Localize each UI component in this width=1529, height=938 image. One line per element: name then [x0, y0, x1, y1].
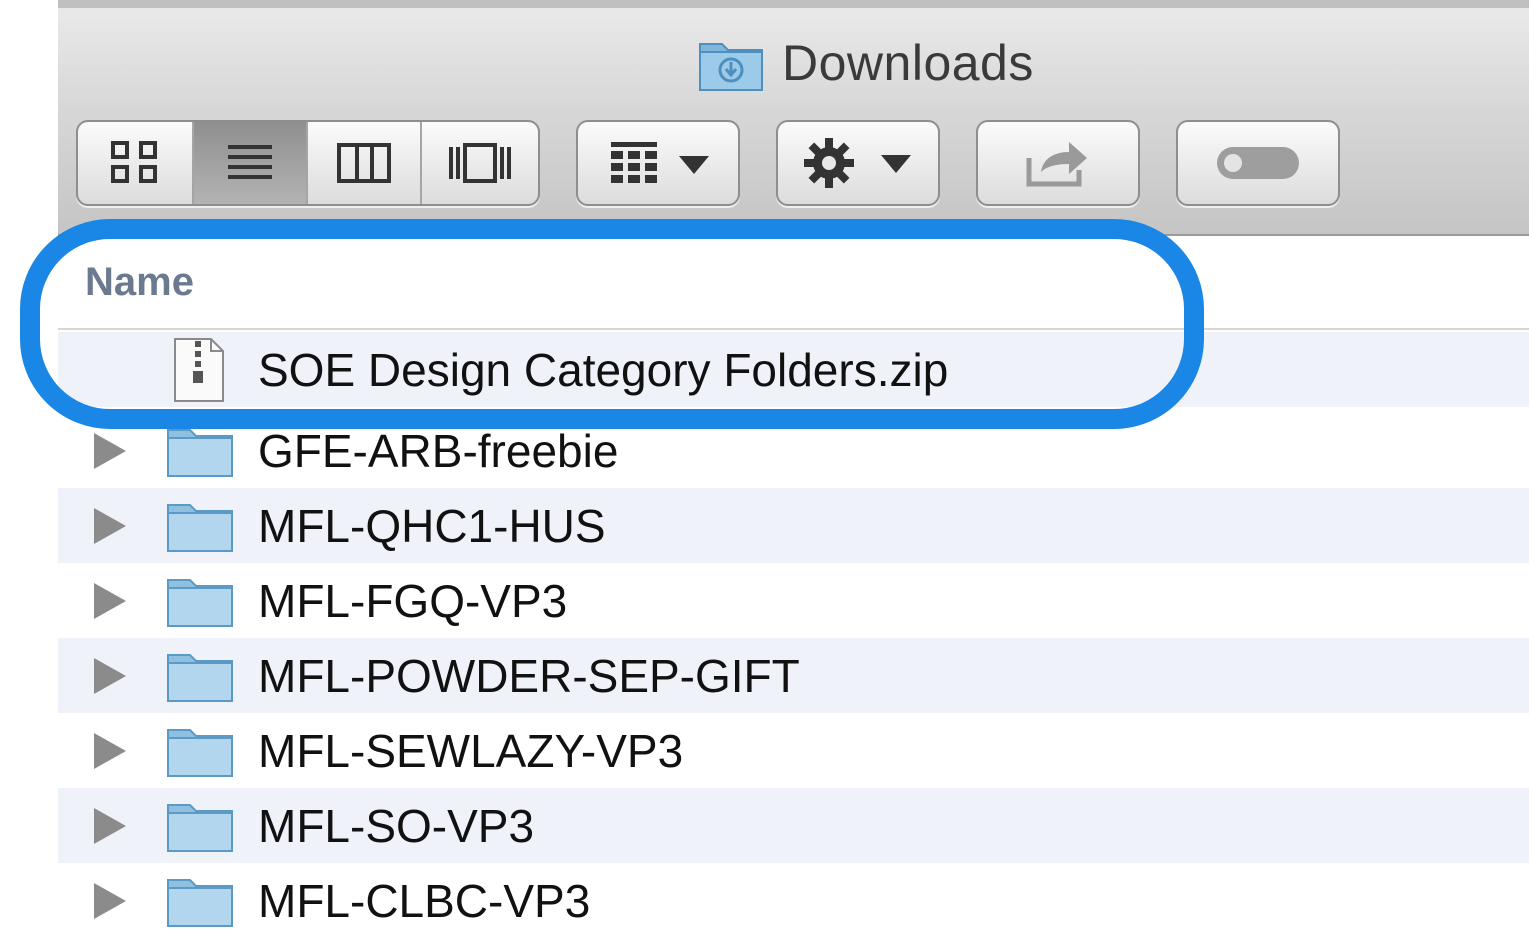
disclosure-triangle-icon[interactable] — [94, 657, 126, 694]
list-item-name: MFL-POWDER-SEP-GIFT — [258, 649, 800, 702]
column-header[interactable]: Name — [58, 236, 1529, 330]
zip-file-icon — [174, 337, 224, 402]
tags-button[interactable] — [1176, 120, 1340, 206]
finder-window: Downloads Name SOE Design Category Folde… — [58, 0, 1529, 938]
tags-toggle-icon — [1217, 147, 1299, 179]
grid-icon — [111, 141, 157, 183]
arrange-button[interactable] — [576, 120, 740, 206]
columns-icon — [337, 143, 391, 183]
list-view-button[interactable] — [194, 122, 308, 204]
folder-icon — [167, 503, 233, 552]
name-column-header[interactable]: Name — [85, 260, 194, 305]
share-button[interactable] — [976, 120, 1140, 206]
icon-view-button[interactable] — [78, 122, 194, 204]
downloads-folder-icon — [699, 43, 763, 91]
folder-icon — [167, 578, 233, 627]
share-icon — [1026, 142, 1087, 187]
cover-flow-icon — [449, 143, 511, 183]
folder-icon — [167, 878, 233, 927]
window-title: Downloads — [698, 28, 1034, 98]
list-icon — [228, 145, 272, 179]
list-item[interactable]: MFL-FGQ-VP3 — [58, 563, 1529, 638]
disclosure-triangle-icon[interactable] — [94, 507, 126, 544]
disclosure-triangle-icon[interactable] — [94, 582, 126, 619]
list-item-zip[interactable]: SOE Design Category Folders.zip — [58, 332, 1529, 407]
folder-icon — [167, 803, 233, 852]
list-item[interactable]: MFL-POWDER-SEP-GIFT — [58, 638, 1529, 713]
list-item[interactable]: MFL-QHC1-HUS — [58, 488, 1529, 563]
list-item-name: MFL-SEWLAZY-VP3 — [258, 724, 684, 777]
disclosure-triangle-icon[interactable] — [94, 882, 126, 919]
folder-icon — [167, 653, 233, 702]
toolbar: Downloads — [58, 0, 1529, 236]
list-item[interactable]: MFL-SO-VP3 — [58, 788, 1529, 863]
list-item-name: MFL-SO-VP3 — [258, 799, 535, 852]
folder-icon — [167, 728, 233, 777]
folder-icon — [167, 428, 233, 477]
list-item-name: MFL-FGQ-VP3 — [258, 574, 568, 627]
disclosure-triangle-icon[interactable] — [94, 807, 126, 844]
view-mode-control[interactable] — [76, 120, 540, 206]
list-item-name: MFL-CLBC-VP3 — [258, 874, 591, 927]
column-view-button[interactable] — [308, 122, 422, 204]
list-item[interactable]: GFE-ARB-freebie — [58, 413, 1529, 488]
action-button[interactable] — [776, 120, 940, 206]
window-title-text: Downloads — [782, 35, 1034, 91]
disclosure-triangle-icon[interactable] — [94, 432, 126, 469]
list-item-name: GFE-ARB-freebie — [258, 424, 619, 477]
gear-icon — [804, 138, 911, 188]
list-item[interactable]: MFL-SEWLAZY-VP3 — [58, 713, 1529, 788]
arrange-icon — [611, 142, 709, 183]
cover-flow-view-button[interactable] — [422, 122, 538, 204]
file-list: Name SOE Design Category Folders.zip GFE… — [58, 236, 1529, 938]
list-item-name: MFL-QHC1-HUS — [258, 499, 606, 552]
list-item[interactable]: MFL-CLBC-VP3 — [58, 863, 1529, 938]
list-item-name: SOE Design Category Folders.zip — [258, 343, 949, 396]
disclosure-triangle-icon[interactable] — [94, 732, 126, 769]
